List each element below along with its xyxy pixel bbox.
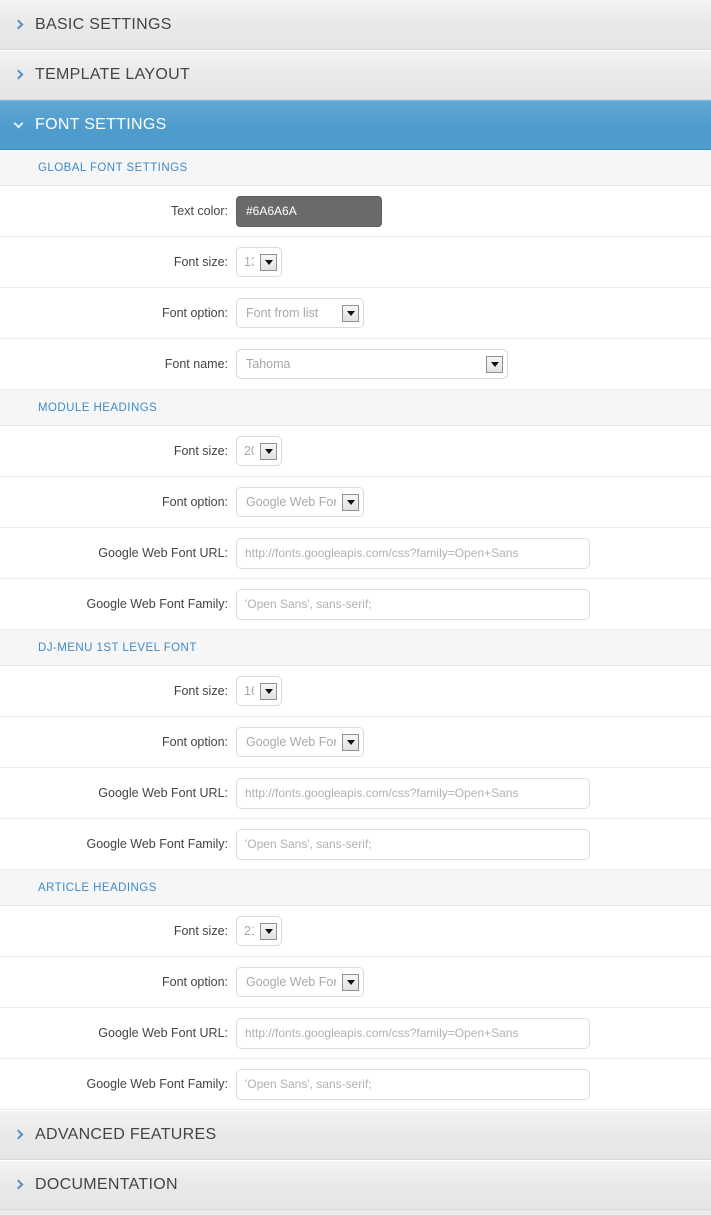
panel-bottom-filler (0, 1210, 711, 1215)
form-row-article-gwf-family: Google Web Font Family: (0, 1059, 711, 1110)
chevron-down-icon (486, 355, 503, 373)
select-value: 20 (244, 444, 254, 458)
section-header-djmenu-font: DJ-MENU 1ST LEVEL FONT (0, 630, 711, 666)
chevron-down-icon (260, 442, 277, 460)
select-global-font-option[interactable]: Font from list (236, 298, 364, 328)
select-value: 16 (244, 684, 254, 698)
select-value: Font from list (246, 306, 319, 320)
section-label-article-headings: ARTICLE HEADINGS (38, 881, 157, 894)
form-row-module-gwf-family: Google Web Font Family: (0, 579, 711, 630)
form-row-module-font-size: Font size: 20 (0, 426, 711, 477)
select-value: 13 (244, 255, 254, 269)
form-row-djmenu-gwf-url: Google Web Font URL: (0, 768, 711, 819)
chevron-down-icon (260, 922, 277, 940)
form-row-djmenu-font-option: Font option: Google Web Font (0, 717, 711, 768)
select-article-font-option[interactable]: Google Web Font (236, 967, 364, 997)
chevron-down-icon (260, 682, 277, 700)
section-header-global-font-settings: GLOBAL FONT SETTINGS (0, 150, 711, 186)
accordion-header-advanced-features[interactable]: ADVANCED FEATURES (0, 1110, 711, 1160)
form-row-article-font-option: Font option: Google Web Font (0, 957, 711, 1008)
select-global-font-name[interactable]: Tahoma (236, 349, 508, 379)
form-row-article-font-size: Font size: 21 (0, 906, 711, 957)
select-djmenu-font-size[interactable]: 16 (236, 676, 282, 706)
accordion-label-documentation: DOCUMENTATION (35, 1176, 178, 1193)
select-value: Google Web Font (246, 975, 336, 989)
label-module-gwf-family: Google Web Font Family: (86, 597, 229, 611)
label-global-font-name: Font name: (164, 357, 228, 371)
input-djmenu-gwf-family[interactable] (236, 828, 590, 860)
input-djmenu-gwf-url[interactable] (236, 777, 590, 809)
chevron-down-icon (342, 304, 359, 322)
label-djmenu-font-option: Font option: (161, 735, 228, 749)
accordion-label-template-layout: TEMPLATE LAYOUT (35, 66, 191, 83)
chevron-down-icon (14, 120, 24, 130)
chevron-down-icon (342, 733, 359, 751)
form-row-module-gwf-url: Google Web Font URL: (0, 528, 711, 579)
section-header-article-headings: ARTICLE HEADINGS (0, 870, 711, 906)
label-djmenu-gwf-family: Google Web Font Family: (86, 837, 229, 851)
input-module-gwf-family[interactable] (236, 588, 590, 620)
label-global-font-option: Font option: (161, 306, 228, 320)
form-row-module-font-option: Font option: Google Web Font (0, 477, 711, 528)
form-row-global-font-option: Font option: Font from list (0, 288, 711, 339)
input-article-gwf-url[interactable] (236, 1017, 590, 1049)
label-module-gwf-url: Google Web Font URL: (98, 546, 228, 560)
accordion-header-basic-settings[interactable]: BASIC SETTINGS (0, 0, 711, 50)
form-row-text-color: Text color: #6A6A6A (0, 186, 711, 237)
accordion-header-font-settings[interactable]: FONT SETTINGS (0, 100, 711, 150)
form-row-global-font-name: Font name: Tahoma (0, 339, 711, 390)
label-article-gwf-url: Google Web Font URL: (98, 1026, 228, 1040)
label-text-color: Text color: (171, 204, 228, 218)
select-value: 21 (244, 924, 254, 938)
text-color-swatch-input[interactable]: #6A6A6A (236, 195, 382, 227)
label-module-font-size: Font size: (173, 444, 228, 458)
select-module-font-option[interactable]: Google Web Font (236, 487, 364, 517)
label-global-font-size: Font size: (173, 255, 228, 269)
accordion-label-font-settings: FONT SETTINGS (35, 116, 167, 133)
label-djmenu-font-size: Font size: (173, 684, 228, 698)
form-row-global-font-size: Font size: 13 (0, 237, 711, 288)
select-djmenu-font-option[interactable]: Google Web Font (236, 727, 364, 757)
label-article-gwf-family: Google Web Font Family: (86, 1077, 229, 1091)
label-module-font-option: Font option: (161, 495, 228, 509)
chevron-right-icon (14, 70, 24, 80)
chevron-down-icon (342, 973, 359, 991)
section-header-module-headings: MODULE HEADINGS (0, 390, 711, 426)
label-article-font-size: Font size: (173, 924, 228, 938)
form-row-djmenu-gwf-family: Google Web Font Family: (0, 819, 711, 870)
select-value: Google Web Font (246, 735, 336, 749)
form-row-article-gwf-url: Google Web Font URL: (0, 1008, 711, 1059)
section-label-global-font-settings: GLOBAL FONT SETTINGS (38, 161, 188, 174)
input-article-gwf-family[interactable] (236, 1068, 590, 1100)
label-article-font-option: Font option: (161, 975, 228, 989)
select-article-font-size[interactable]: 21 (236, 916, 282, 946)
accordion-header-template-layout[interactable]: TEMPLATE LAYOUT (0, 50, 711, 100)
chevron-down-icon (260, 253, 277, 271)
label-djmenu-gwf-url: Google Web Font URL: (98, 786, 228, 800)
accordion-label-basic-settings: BASIC SETTINGS (35, 15, 172, 33)
select-value: Tahoma (246, 357, 291, 371)
chevron-down-icon (342, 493, 359, 511)
chevron-right-icon (14, 1180, 24, 1190)
chevron-right-icon (14, 1130, 24, 1140)
template-settings-panel: BASIC SETTINGS TEMPLATE LAYOUT FONT SETT… (0, 0, 711, 1215)
select-module-font-size[interactable]: 20 (236, 436, 282, 466)
accordion-label-advanced-features: ADVANCED FEATURES (35, 1126, 217, 1143)
section-label-djmenu-font: DJ-MENU 1ST LEVEL FONT (38, 641, 197, 654)
input-module-gwf-url[interactable] (236, 537, 590, 569)
select-global-font-size[interactable]: 13 (236, 247, 282, 277)
accordion-header-documentation[interactable]: DOCUMENTATION (0, 1160, 711, 1210)
form-row-djmenu-font-size: Font size: 16 (0, 666, 711, 717)
chevron-right-icon (14, 20, 24, 30)
select-value: Google Web Font (246, 495, 336, 509)
section-label-module-headings: MODULE HEADINGS (38, 401, 158, 414)
